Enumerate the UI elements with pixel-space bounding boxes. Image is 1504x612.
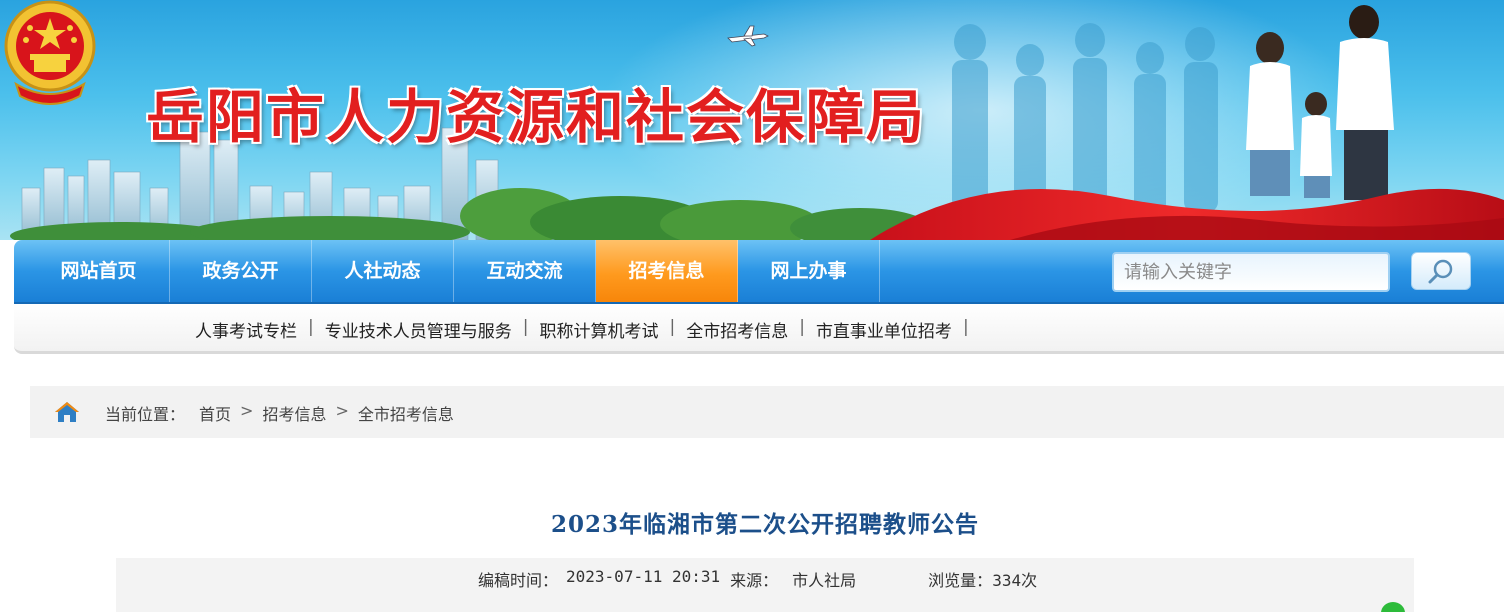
subnav-separator: | — [669, 317, 676, 337]
breadcrumb-city-recruitment[interactable]: 全市招考信息 — [358, 401, 454, 425]
nav-item-home[interactable]: 网站首页 — [28, 240, 170, 302]
subnav-separator: | — [308, 317, 314, 337]
subnav-item-city-recruitment[interactable]: 全市招考信息 — [686, 317, 788, 342]
breadcrumb-separator: > — [240, 401, 254, 420]
edit-time-value: 2023-07-11 20:31 — [566, 567, 721, 586]
article-title: 2023年临湘市第二次公开招聘教师公告 — [550, 511, 979, 538]
nav-item-interaction[interactable]: 互动交流 — [454, 240, 596, 302]
nav-item-hr-news[interactable]: 人社动态 — [312, 240, 454, 302]
article-meta: 编稿时间： 2023-07-11 20:31 来源： 市人社局 浏览量： 334… — [478, 567, 1037, 591]
subnav-separator: | — [522, 317, 529, 337]
source-value: 市人社局 — [792, 571, 857, 590]
views-value: 334次 — [992, 571, 1038, 590]
nav-item-government-affairs[interactable]: 政务公开 — [170, 240, 312, 302]
breadcrumb-separator: > — [335, 401, 349, 420]
search-input[interactable] — [1112, 252, 1390, 292]
subnav-item-professional-staff[interactable]: 专业技术人员管理与服务 — [325, 317, 512, 342]
breadcrumb-recruitment[interactable]: 招考信息 — [262, 401, 326, 425]
nav-item-online-services[interactable]: 网上办事 — [738, 240, 880, 302]
main-nav-items: 网站首页 政务公开 人社动态 互动交流 招考信息 网上办事 — [28, 240, 880, 302]
national-emblem — [4, 0, 96, 105]
subnav-separator: | — [962, 317, 969, 337]
breadcrumb-home[interactable]: 首页 — [199, 401, 231, 425]
breadcrumb-bar: 当前位置： 首页 > 招考信息 > 全市招考信息 — [30, 386, 1504, 438]
views-label: 浏览量： — [928, 571, 993, 590]
edit-time-label: 编稿时间： — [478, 571, 559, 590]
sub-nav: 人事考试专栏 | 专业技术人员管理与服务 | 职称计算机考试 | 全市招考信息 … — [14, 304, 1504, 354]
home-icon[interactable] — [54, 400, 80, 424]
breadcrumb-prefix: 当前位置： — [105, 405, 186, 424]
site-title: 岳阳市人力资源和社会保障局 — [146, 83, 927, 151]
wechat-icon[interactable] — [1380, 601, 1406, 612]
nav-item-recruitment[interactable]: 招考信息 — [596, 240, 738, 302]
main-nav: 网站首页 政务公开 人社动态 互动交流 招考信息 网上办事 — [14, 240, 1504, 304]
site-banner: 岳阳市人力资源和社会保障局 — [0, 0, 1504, 240]
subnav-item-exam-column[interactable]: 人事考试专栏 — [195, 317, 297, 342]
subnav-item-institution-recruitment[interactable]: 市直事业单位招考 — [816, 317, 952, 342]
search-icon — [1428, 259, 1453, 284]
breadcrumb: 当前位置： 首页 > 招考信息 > 全市招考信息 — [105, 401, 454, 425]
subnav-separator: | — [799, 317, 805, 337]
subnav-item-computer-exam[interactable]: 职称计算机考试 — [539, 317, 658, 342]
sub-nav-list: 人事考试专栏 | 专业技术人员管理与服务 | 职称计算机考试 | 全市招考信息 … — [195, 317, 980, 342]
search-button[interactable] — [1411, 252, 1471, 290]
source-label: 来源： — [730, 571, 779, 590]
article-meta-bar: 编稿时间： 2023-07-11 20:31 来源： 市人社局 浏览量： 334… — [116, 558, 1414, 612]
